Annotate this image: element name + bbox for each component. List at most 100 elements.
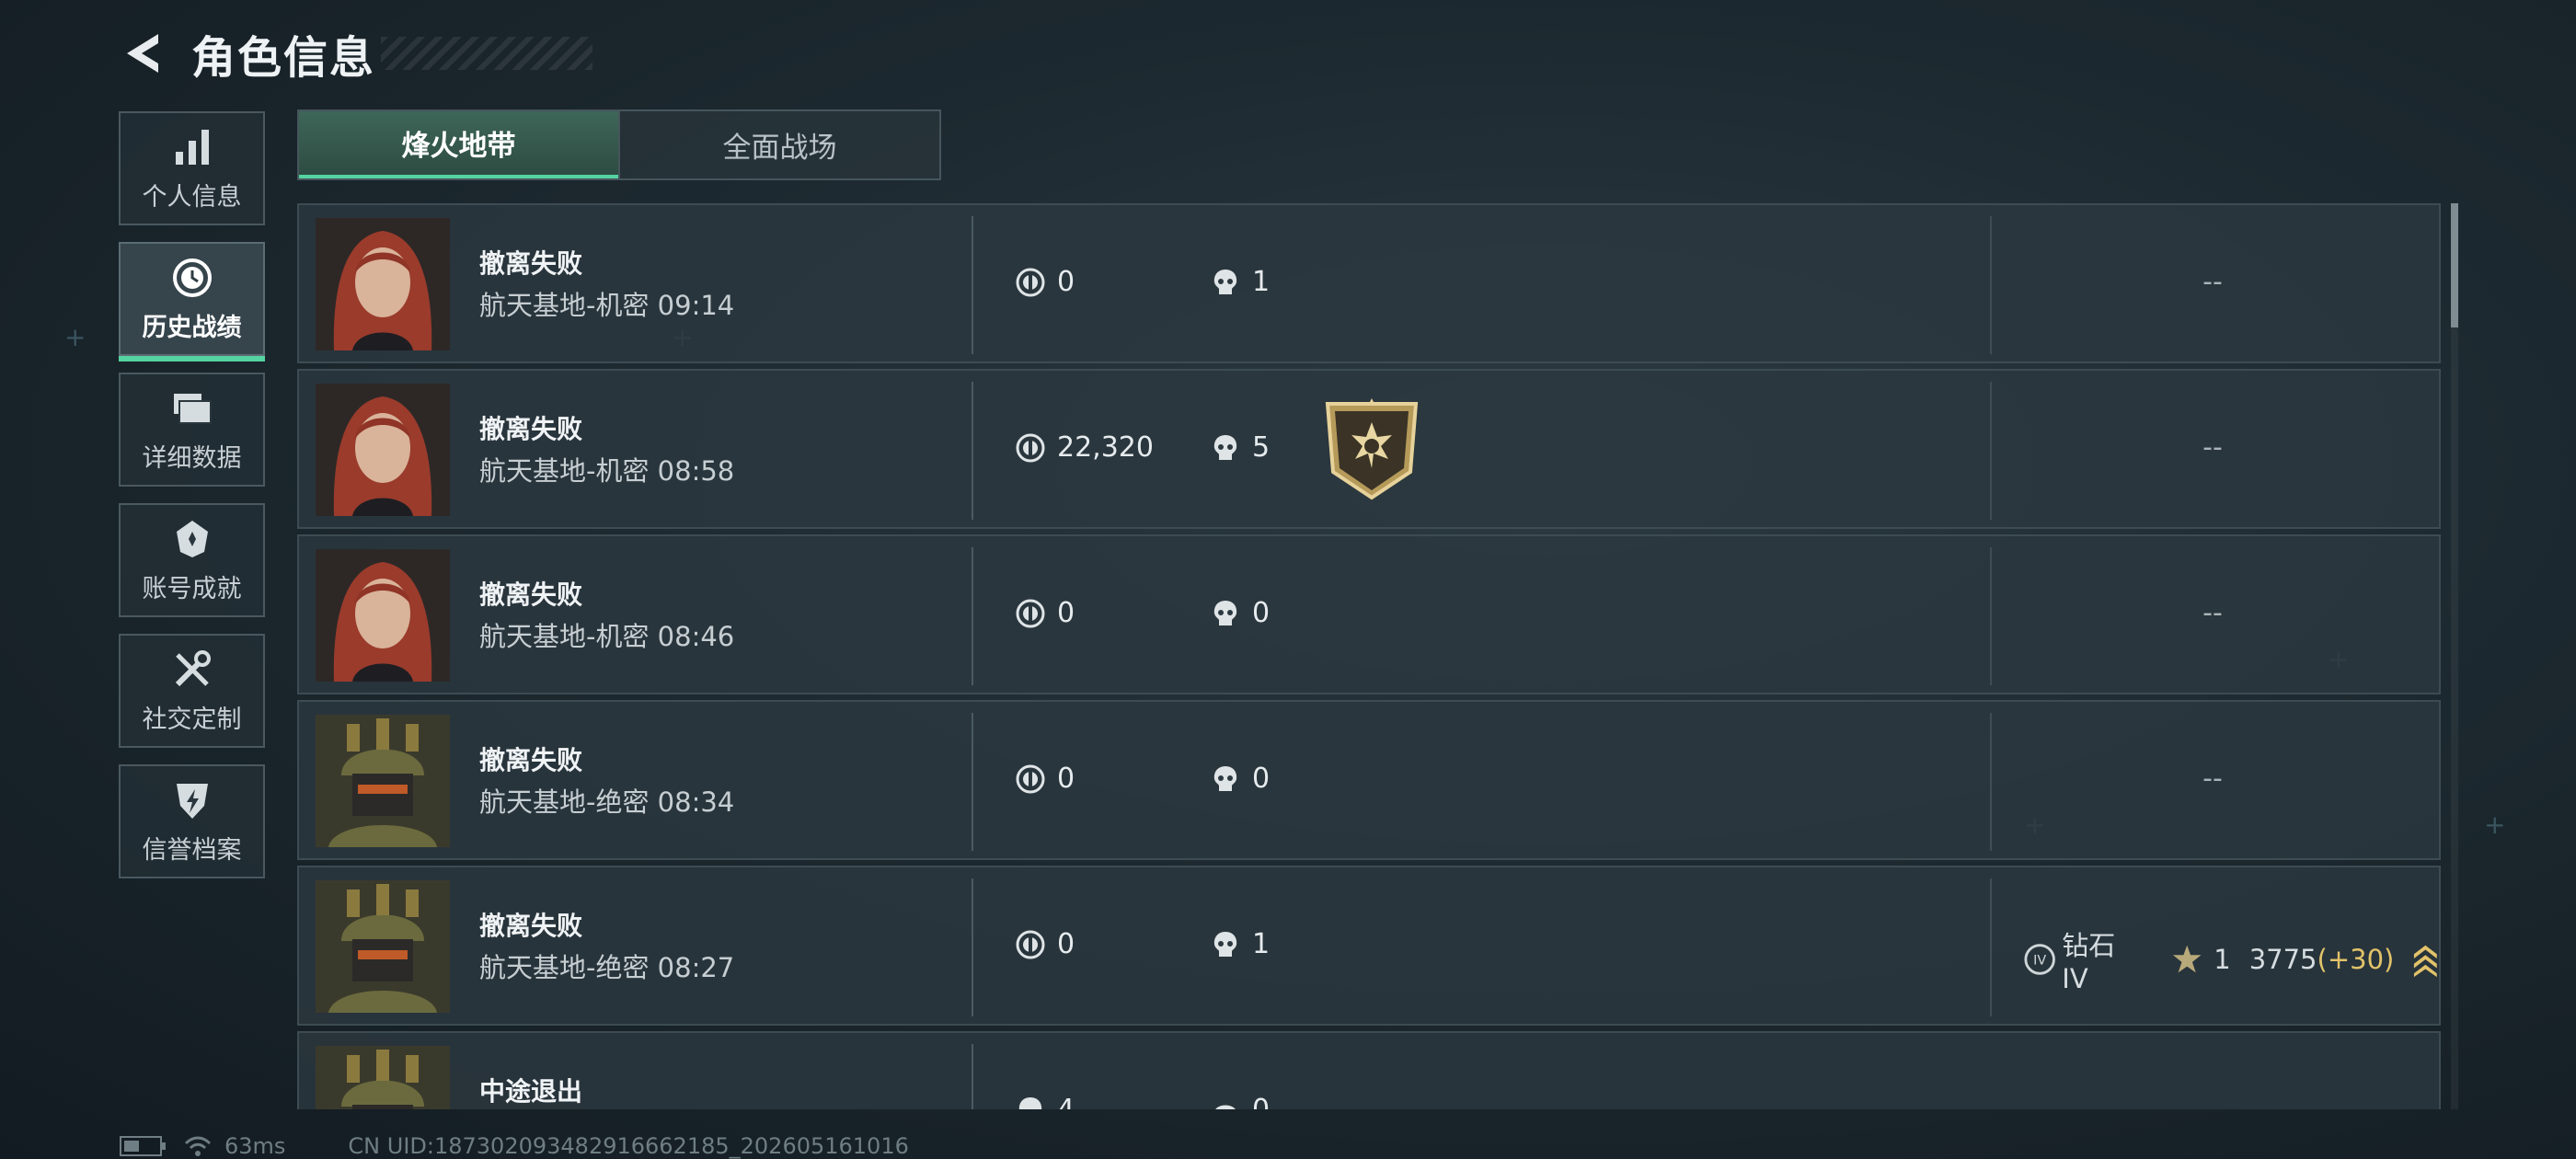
page-title: 角色信息 [191,32,376,84]
kills-stat: 0 [1210,597,1270,629]
divider [1990,713,1992,851]
back-arrow-icon [127,34,158,73]
sidebar-item-label: 社交定制 [142,705,242,734]
star-count: 1 [2214,944,2231,975]
match-outcome: 撤离失败 [479,414,583,444]
divider [1990,547,1992,685]
money-value: 0 [1057,928,1075,960]
divider [1990,382,1992,520]
divider [1990,216,1992,354]
sidebar-item-personal-info[interactable]: 个人信息 [119,111,265,225]
operator-portrait [316,1046,450,1109]
match-outcome: 撤离失败 [479,911,583,941]
mode-tabs: 烽火地带 全面战场 [297,109,941,180]
kills-stat: 5 [1210,431,1270,464]
ping-value: 63ms [224,1133,286,1159]
currency-icon [1016,433,1045,462]
tab-firezone[interactable]: 烽火地带 [299,111,618,178]
money-value: 0 [1057,763,1075,795]
divider [972,547,973,685]
sidebar-item-detailed-data[interactable]: 详细数据 [119,373,265,487]
rank-score: 3775 [2248,944,2317,975]
map-time: 航天基地-机密 09:14 [479,290,735,321]
skull-icon [1018,1096,1042,1109]
status-bar: 63ms CN UID:18730209348291666218​5_20260… [120,1133,909,1159]
achievement-icon [170,517,214,561]
divider [972,713,973,851]
wifi-icon [184,1136,212,1156]
back-button[interactable] [120,28,166,79]
bar-chart-icon [170,125,214,169]
sidebar-item-label: 历史战绩 [142,313,242,342]
sidebar-item-achievements[interactable]: 账号成就 [119,503,265,617]
operator-portrait [316,715,450,847]
clock-history-icon [170,256,214,300]
sidebar-item-reputation[interactable]: 信誉档案 [119,764,265,878]
list-item[interactable]: 撤离失败 航天基地-机密 08:58 22,320 5 -- [297,369,2441,529]
scrollbar-thumb[interactable] [2451,203,2458,327]
skull-icon [1213,600,1237,625]
kills-value: 1 [1252,266,1271,298]
rank-placeholder: -- [2202,431,2223,464]
rank-tier-icon: IV [2024,944,2055,975]
divider [972,878,973,1016]
operator-portrait [316,880,450,1013]
kills-value: 0 [1252,597,1271,629]
list-item[interactable]: 撤离失败 航天基地-绝密 08:34 0 0 -- [297,700,2441,860]
divider [972,382,973,520]
match-history-list[interactable]: 撤离失败 航天基地-机密 09:14 0 1 -- 撤离失败 航天基地-机密 0… [297,203,2441,1109]
map-time: 航天基地-机密 08:46 [479,621,735,652]
page-header: 角色信息 [120,24,593,84]
operator-portrait [316,549,450,682]
money-stat: 0 [1015,928,1075,960]
rank-placeholder: -- [2202,763,2223,795]
money-value: 22,320 [1057,431,1154,464]
map-time: 航天基地-绝密 08:27 [479,952,735,983]
kills-stat: 1 [1210,928,1270,960]
sidebar-item-label: 个人信息 [142,182,242,212]
kills-value: 0 [1252,763,1271,795]
kills-value: 5 [1252,431,1271,464]
money-stat: 4 [1015,1094,1075,1109]
rank-tier-label: 钻石IV [2062,930,2116,994]
operator-portrait [316,384,450,516]
money-stat: 0 [1015,597,1075,629]
list-item[interactable]: 中途退出 4 0 [297,1031,2441,1109]
kills-stat: 1 [1210,266,1270,298]
kills-stat: 0 [1210,763,1270,795]
list-item[interactable]: 撤离失败 航天基地-机密 09:14 0 1 -- [297,203,2441,363]
kills-stat: 0 [1210,1094,1270,1109]
list-item[interactable]: 撤离失败 航天基地-机密 08:46 0 0 -- [297,534,2441,694]
rank-info: IV 钻石IV 1 3775 (+30) [2023,924,2439,994]
skull-icon [1213,434,1237,460]
list-scrollbar[interactable] [2451,203,2458,1109]
shield-lightning-icon [170,778,214,822]
rank-up-chevrons-icon [2414,945,2438,978]
rank-placeholder: -- [2202,266,2223,298]
rank-placeholder: -- [2202,597,2223,629]
uid-text: CN UID:18730209348291666218​5_2026051610… [348,1133,909,1159]
operator-portrait [316,218,450,350]
sidebar: 个人信息 历史战绩 详细数据 账号成就 社交定制 信誉档案 [119,111,265,895]
divider [1990,878,1992,1016]
kills-value: 1 [1252,928,1271,960]
tab-full-battlefield[interactable]: 全面战场 [618,111,939,178]
currency-icon [1016,930,1045,958]
list-item[interactable]: 撤离失败 航天基地-绝密 08:27 0 1 IV 钻石IV 1 3775 (+… [297,866,2441,1026]
svg-text:IV: IV [2033,954,2046,969]
match-outcome: 撤离失败 [479,745,583,775]
achievement-badge-icon[interactable] [1322,398,1421,501]
money-value: 0 [1057,266,1075,298]
money-value: 4 [1057,1094,1075,1109]
sidebar-item-match-history[interactable]: 历史战绩 [119,242,265,361]
money-value: 0 [1057,597,1075,629]
wrench-tools-icon [170,648,214,692]
money-stat: 0 [1015,763,1075,795]
kills-value: 0 [1252,1094,1270,1109]
map-time: 航天基地-机密 08:58 [479,455,735,487]
match-outcome: 撤离失败 [479,580,583,610]
sidebar-item-label: 信誉档案 [142,835,242,865]
sidebar-item-label: 账号成就 [142,574,242,603]
sidebar-item-social-custom[interactable]: 社交定制 [119,634,265,748]
rank-score-gain: (+30) [2317,944,2395,975]
